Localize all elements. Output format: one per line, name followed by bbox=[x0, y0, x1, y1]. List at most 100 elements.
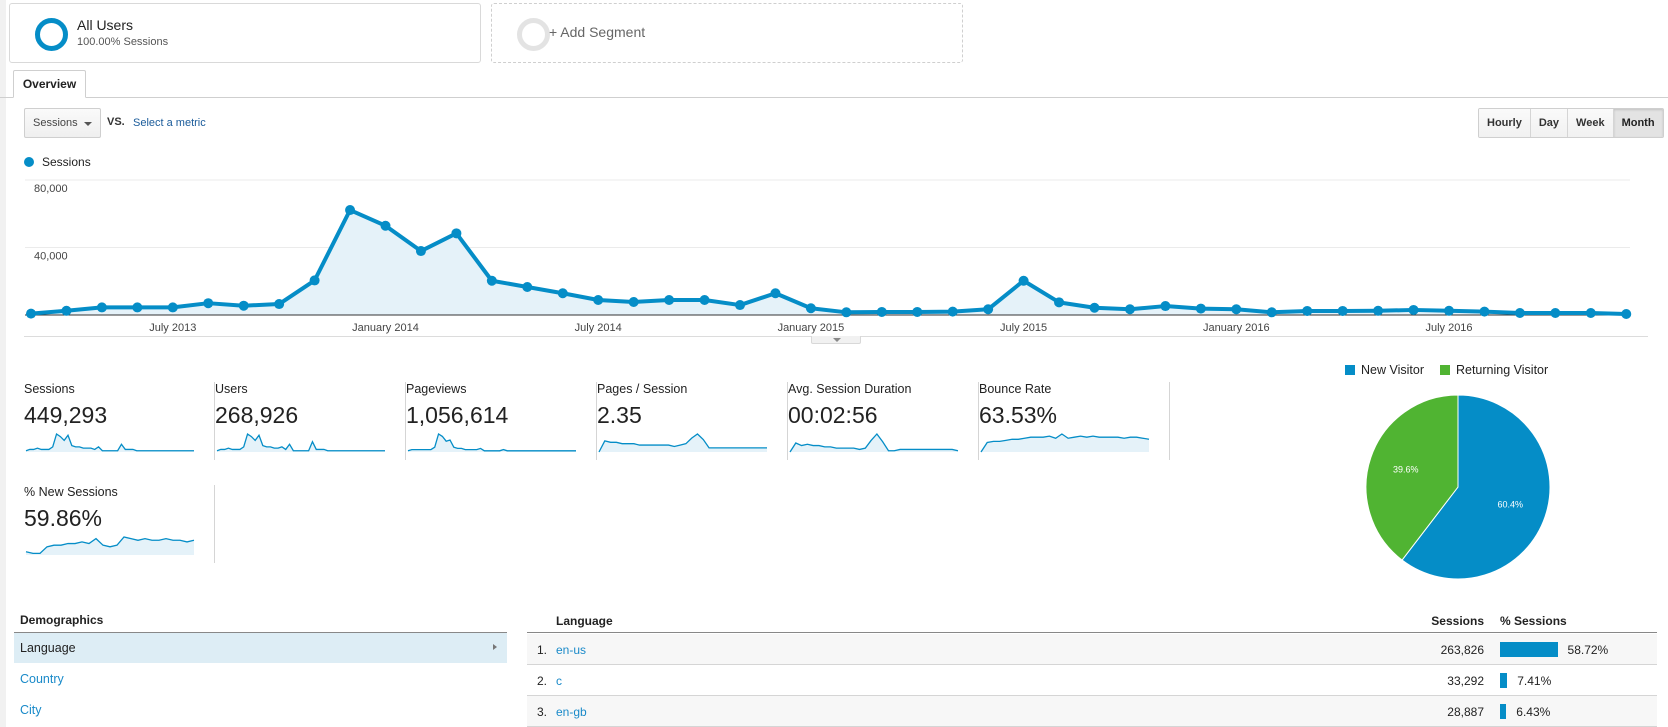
metric-value: 00:02:56 bbox=[788, 402, 878, 428]
pie-slice-label: 60.4% bbox=[1498, 500, 1524, 510]
metric-value: 449,293 bbox=[24, 402, 108, 428]
sparkline bbox=[598, 433, 767, 453]
pct-sessions-bar bbox=[1500, 642, 1558, 657]
demographics-item-label: Language bbox=[20, 641, 76, 655]
data-point bbox=[770, 288, 781, 299]
data-point bbox=[1195, 303, 1206, 314]
visitor-type-pie-chart[interactable]: 60.4% 39.6% bbox=[1360, 390, 1560, 590]
segment-subtitle: 100.00% Sessions bbox=[77, 36, 169, 48]
metric-label: Sessions bbox=[24, 382, 75, 396]
tab-overview[interactable]: Overview bbox=[13, 70, 86, 98]
row-index: 1. bbox=[537, 643, 548, 657]
demographics-item-country[interactable]: Country bbox=[14, 664, 507, 694]
x-tick-label: January 2014 bbox=[352, 322, 419, 334]
sparkline-area bbox=[26, 434, 194, 452]
data-point bbox=[805, 303, 816, 314]
metric-tile[interactable]: Users 268,926 bbox=[215, 382, 406, 460]
legend-dot-icon bbox=[24, 157, 34, 167]
data-point bbox=[628, 297, 639, 308]
chart-collapse-handle[interactable] bbox=[811, 336, 861, 344]
data-point bbox=[1160, 301, 1171, 312]
metric-tile[interactable]: Sessions 449,293 bbox=[24, 382, 215, 460]
metric-tile[interactable]: Avg. Session Duration 00:02:56 bbox=[788, 382, 979, 460]
vs-label: VS. bbox=[107, 116, 125, 128]
language-link[interactable]: en-us bbox=[556, 643, 586, 657]
sparkline bbox=[407, 432, 576, 452]
segment-all-users[interactable]: All Users 100.00% Sessions bbox=[9, 3, 481, 63]
period-day-button[interactable]: Day bbox=[1530, 109, 1569, 137]
data-point bbox=[699, 294, 710, 305]
legend-returning-visitor: Returning Visitor bbox=[1455, 363, 1549, 377]
sessions-value: 28,887 bbox=[1447, 705, 1484, 719]
row-index: 2. bbox=[537, 674, 548, 688]
chevron-down-icon bbox=[84, 122, 92, 126]
metric-dropdown[interactable]: Sessions bbox=[24, 108, 101, 138]
data-point bbox=[1266, 307, 1277, 318]
data-point bbox=[1373, 305, 1384, 316]
left-edge-strip bbox=[0, 0, 6, 727]
metric-tile[interactable]: Pageviews 1,056,614 bbox=[406, 382, 597, 460]
metric-tile[interactable]: Bounce Rate 63.53% bbox=[979, 382, 1170, 460]
data-point bbox=[1479, 306, 1490, 317]
data-point bbox=[96, 302, 107, 313]
metric-tile[interactable]: % New Sessions 59.86% bbox=[24, 485, 215, 563]
metric-value: 63.53% bbox=[979, 402, 1058, 428]
data-point bbox=[841, 307, 852, 318]
table-row: 2. c 33,292 7.41% bbox=[527, 665, 1657, 696]
sparkline-area bbox=[408, 434, 576, 452]
data-point bbox=[1514, 307, 1525, 318]
x-tick-label: July 2013 bbox=[149, 322, 196, 334]
pie-legend: New Visitor Returning Visitor bbox=[1345, 363, 1548, 377]
period-toggle-group: Hourly Day Week Month bbox=[1478, 108, 1664, 138]
data-point bbox=[345, 205, 356, 216]
period-week-button[interactable]: Week bbox=[1568, 109, 1614, 137]
table-row: 3. en-gb 28,887 6.43% bbox=[527, 696, 1657, 727]
add-segment-button[interactable]: + Add Segment bbox=[491, 3, 963, 63]
language-link[interactable]: c bbox=[556, 674, 562, 688]
demographics-item-city[interactable]: City bbox=[14, 695, 507, 725]
metric-label: Avg. Session Duration bbox=[788, 382, 912, 396]
metric-tile[interactable]: Pages / Session 2.35 bbox=[597, 382, 788, 460]
data-point bbox=[167, 302, 178, 313]
period-hourly-button[interactable]: Hourly bbox=[1479, 109, 1531, 137]
metric-value: 1,056,614 bbox=[406, 402, 509, 428]
demographics-item-language[interactable]: Language bbox=[14, 633, 507, 663]
language-link[interactable]: en-gb bbox=[556, 705, 587, 719]
chart-legend: Sessions bbox=[24, 155, 91, 169]
metric-label: % New Sessions bbox=[24, 485, 118, 499]
x-tick-label: July 2015 bbox=[1000, 322, 1047, 334]
column-header-pct-sessions: % Sessions bbox=[1500, 614, 1567, 628]
sessions-line-chart[interactable]: 40,000 80,000 July 2013 January 2014 July 20… bbox=[0, 170, 1668, 335]
pie-slice-label: 39.6% bbox=[1393, 464, 1419, 474]
legend-square-returning-icon bbox=[1439, 365, 1450, 375]
metric-label: Pageviews bbox=[406, 382, 467, 396]
metric-value: 268,926 bbox=[215, 402, 299, 428]
data-point bbox=[1302, 305, 1313, 316]
data-point bbox=[593, 294, 604, 305]
segment-title: All Users bbox=[77, 17, 134, 33]
data-point bbox=[1621, 308, 1632, 319]
sparkline bbox=[25, 432, 194, 452]
data-point bbox=[26, 308, 36, 319]
period-month-button[interactable]: Month bbox=[1613, 109, 1663, 137]
pct-sessions-value: 7.41% bbox=[1517, 674, 1552, 688]
metric-label: Users bbox=[215, 382, 248, 396]
data-point bbox=[451, 228, 462, 239]
data-point bbox=[61, 305, 72, 316]
data-point bbox=[1444, 305, 1454, 316]
data-point bbox=[522, 281, 533, 292]
pct-sessions-value: 6.43% bbox=[1516, 705, 1551, 719]
data-point bbox=[132, 302, 143, 313]
select-metric-link[interactable]: Select a metric bbox=[133, 117, 206, 129]
sparkline bbox=[25, 536, 195, 555]
data-point bbox=[238, 300, 249, 311]
data-point bbox=[1585, 307, 1596, 318]
metric-dropdown-value: Sessions bbox=[33, 117, 78, 129]
data-point bbox=[912, 306, 923, 317]
data-point bbox=[735, 300, 745, 311]
data-point bbox=[380, 220, 391, 231]
data-point bbox=[309, 275, 320, 286]
sessions-line bbox=[30, 208, 1627, 316]
legend-new-visitor: New Visitor bbox=[1361, 363, 1424, 377]
collapse-triangle-icon bbox=[833, 338, 841, 342]
